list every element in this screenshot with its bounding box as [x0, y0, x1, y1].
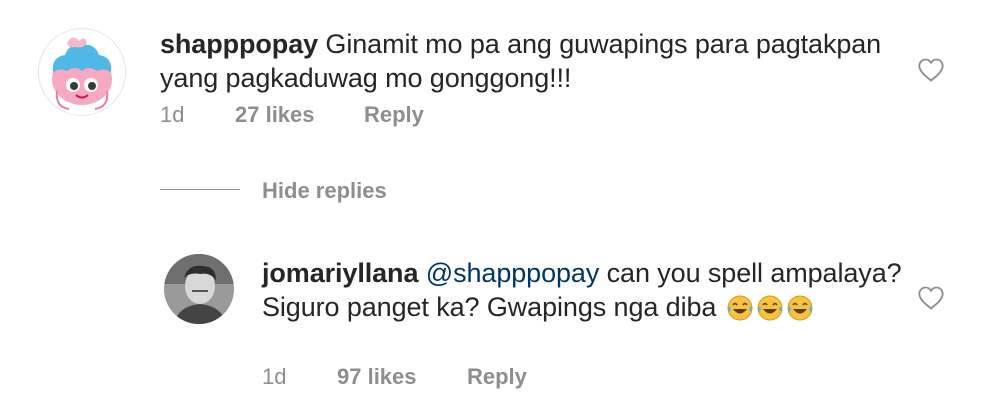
reply-likes[interactable]: 97 likes	[337, 364, 417, 390]
reply-button[interactable]: Reply	[364, 102, 424, 128]
emoji-group	[724, 292, 814, 322]
comment-time: 1d	[160, 102, 185, 127]
heart-outline-icon[interactable]	[916, 56, 946, 84]
reply-body-line2: Siguro panget ka? Gwapings nga diba	[262, 292, 717, 322]
reply-text: jomariyllana @shapppopay can you spell a…	[262, 256, 902, 324]
comment-likes[interactable]: 27 likes	[235, 102, 315, 128]
cupcake-character-icon	[52, 37, 112, 110]
avatar[interactable]	[164, 254, 234, 324]
laughing-tears-emoji	[757, 295, 783, 321]
hide-replies-toggle[interactable]: Hide replies	[160, 178, 560, 208]
comment-username[interactable]: shapppopay	[160, 29, 318, 59]
reply-body-line1: can you spell ampalaya?	[599, 258, 902, 288]
heart-outline-icon[interactable]	[916, 284, 946, 312]
avatar[interactable]	[38, 28, 126, 116]
laughing-tears-emoji	[727, 295, 753, 321]
reply-username[interactable]: jomariyllana	[262, 258, 418, 288]
hide-replies-label[interactable]: Hide replies	[262, 178, 387, 204]
user-photo-avatar	[164, 254, 234, 324]
hide-replies-line	[160, 189, 240, 190]
comment-text: shapppopay Ginamit mo pa ang guwapings p…	[160, 27, 890, 95]
reply-button[interactable]: Reply	[467, 364, 527, 390]
laughing-tears-emoji	[787, 295, 813, 321]
reply-mention[interactable]: @shapppopay	[426, 258, 600, 288]
reply-time: 1d	[262, 364, 287, 389]
